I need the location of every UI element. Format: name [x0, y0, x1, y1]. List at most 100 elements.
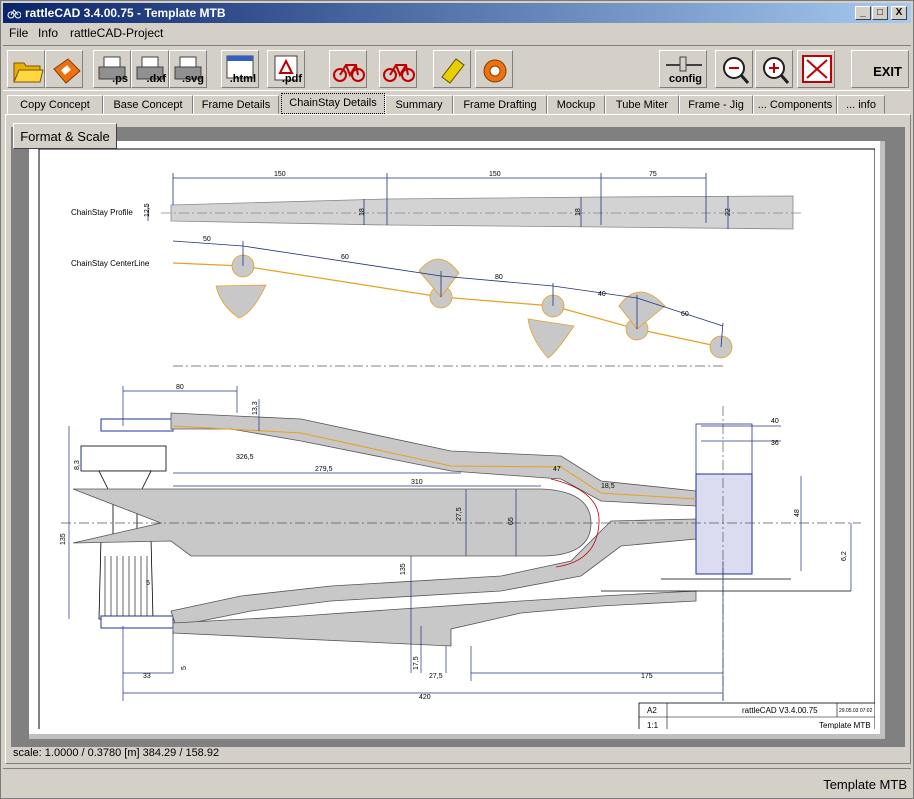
zoom-out-button[interactable]: [715, 50, 753, 88]
tab-copy-concept[interactable]: Copy Concept: [7, 95, 103, 114]
toolbar: .ps .dxf .svg .html .pdf config EXIT: [3, 45, 911, 91]
tab-frame-jig[interactable]: Frame - Jig: [679, 95, 753, 114]
dim-label: 50: [203, 236, 211, 243]
dim-label: 60: [681, 311, 689, 318]
scale-status: scale: 1.0000 / 0.3780 [m] 384.29 / 158.…: [13, 747, 220, 759]
dim-label: 27,5: [456, 507, 463, 521]
dim-label: 80: [495, 274, 503, 281]
tab-bar: Copy Concept Base Concept Frame Details …: [5, 93, 911, 114]
title-block: A2 1:1 rattleCAD V3.4.00.75 29.05.03 07:…: [638, 702, 875, 729]
exit-button[interactable]: EXIT: [851, 50, 909, 88]
menu-project[interactable]: rattleCAD-Project: [70, 26, 163, 40]
bike-compare-button[interactable]: [379, 50, 417, 88]
eraser-icon: [441, 58, 465, 84]
zoom-out-icon: [723, 57, 750, 84]
tb-scale: 1:1: [647, 721, 659, 729]
tab-frame-drafting[interactable]: Frame Drafting: [453, 95, 547, 114]
centerline-label: ChainStay CenterLine: [71, 259, 150, 268]
dim-label: 33: [143, 673, 151, 680]
slider-icon: [666, 56, 702, 72]
dim-label: 36: [771, 440, 779, 447]
pdf-label: .pdf: [281, 73, 302, 85]
tab-tube-miter[interactable]: Tube Miter: [605, 95, 679, 114]
title-bar: rattleCAD 3.4.00.75 - Template MTB _ □ X: [3, 3, 911, 23]
svg-label: .svg: [181, 73, 204, 85]
export-svg-button[interactable]: .svg: [169, 50, 207, 88]
drawing-sheet[interactable]: ChainStay Profile ChainStay CenterLine 1…: [29, 141, 885, 739]
export-pdf-button[interactable]: .pdf: [267, 50, 305, 88]
dim-label: 135: [60, 533, 67, 545]
html-label: .html: [229, 73, 256, 85]
profile-label: ChainStay Profile: [71, 208, 133, 217]
dim-label: 279,5: [315, 466, 333, 473]
tab-components[interactable]: ... Components: [753, 95, 837, 114]
ps-label: .ps: [112, 73, 128, 85]
dim-label: 40: [771, 418, 779, 425]
dim-label: 150: [489, 171, 501, 178]
export-dxf-button[interactable]: .dxf: [131, 50, 169, 88]
project-name: Template MTB: [823, 777, 907, 792]
bike-wheel-icon: [483, 59, 507, 83]
render-button[interactable]: [475, 50, 513, 88]
tb-name: Template MTB: [819, 721, 871, 729]
maximize-button[interactable]: □: [872, 6, 888, 20]
fit-view-button[interactable]: [797, 50, 835, 88]
dim-label: 80: [176, 384, 184, 391]
bottom-bracket: [695, 473, 753, 575]
export-ps-button[interactable]: .ps: [93, 50, 131, 88]
dim-label: 420: [419, 694, 431, 701]
dim-label: 175: [641, 673, 653, 680]
dim-label: 13,3: [252, 401, 259, 415]
bike-view-button[interactable]: [329, 50, 367, 88]
dim-label: 75: [649, 171, 657, 178]
tab-summary[interactable]: Summary: [385, 95, 453, 114]
zoom-in-icon: [763, 57, 790, 84]
dim-label: 310: [411, 479, 423, 486]
export-html-button[interactable]: .html: [221, 50, 259, 88]
tab-mockup[interactable]: Mockup: [547, 95, 605, 114]
dim-label: 8,3: [74, 460, 81, 470]
dim-label: 5: [181, 666, 188, 670]
menu-info[interactable]: Info: [38, 26, 58, 40]
chainstay-profile: [170, 195, 794, 230]
close-button[interactable]: X: [891, 6, 907, 20]
config-button[interactable]: config: [659, 50, 707, 88]
tb-date: 29.05.03 07:02: [839, 708, 873, 714]
tab-base-concept[interactable]: Base Concept: [103, 95, 193, 114]
fit-screen-icon: [802, 55, 832, 83]
dim-label: 40: [598, 291, 606, 298]
menu-file[interactable]: File: [9, 26, 28, 40]
dim-label: 135: [400, 563, 407, 575]
centerline-bends: [215, 254, 733, 359]
dim-label: 18: [359, 208, 366, 216]
menu-bar: File Info rattleCAD-Project: [3, 24, 911, 42]
minimize-button[interactable]: _: [855, 6, 871, 20]
chainstay-drawing: ChainStay Profile ChainStay CenterLine 1…: [38, 148, 875, 729]
app-icon: [7, 9, 21, 19]
format-scale-button[interactable]: Format & Scale: [13, 123, 117, 149]
folder-open-icon: [13, 62, 44, 83]
exit-label: EXIT: [873, 64, 902, 79]
save-icon: [53, 58, 81, 84]
dim-label: 18,5: [601, 483, 615, 490]
tab-info[interactable]: ... info: [837, 95, 885, 114]
dim-label: 150: [274, 171, 286, 178]
dim-label: 18: [575, 208, 582, 216]
zoom-in-button[interactable]: [755, 50, 793, 88]
dim-label: 48: [794, 509, 801, 517]
save-button[interactable]: [45, 50, 83, 88]
dim-label: 5: [146, 580, 150, 587]
open-button[interactable]: [7, 50, 45, 88]
bicycle-icon: [383, 64, 415, 82]
dim-label: 326,5: [236, 454, 254, 461]
bicycle-icon: [333, 64, 365, 82]
tab-frame-details[interactable]: Frame Details: [193, 95, 279, 114]
status-bar: Template MTB: [3, 768, 911, 798]
dim-label: 47: [553, 466, 561, 473]
clear-button[interactable]: [433, 50, 471, 88]
tb-format: A2: [647, 706, 657, 715]
dim-label: 60: [341, 254, 349, 261]
tb-app: rattleCAD V3.4.00.75: [742, 706, 818, 715]
tab-chainstay-details[interactable]: ChainStay Details: [281, 93, 385, 114]
dxf-label: .dxf: [146, 73, 166, 85]
